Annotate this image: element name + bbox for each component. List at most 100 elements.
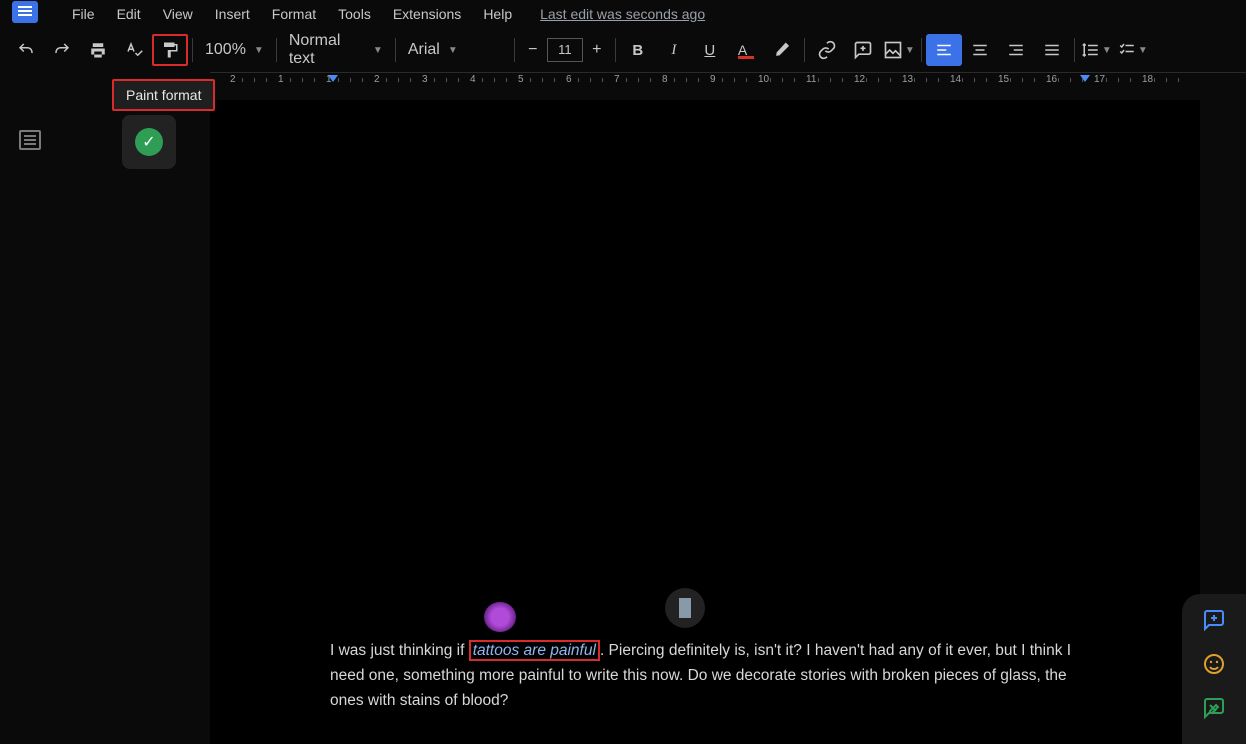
ruler-minor-tick: [1118, 78, 1119, 82]
ruler-minor-tick: [674, 78, 675, 82]
ruler-minor-tick: [638, 78, 639, 82]
last-edit-link[interactable]: Last edit was seconds ago: [540, 6, 705, 22]
align-right-button[interactable]: [998, 34, 1034, 66]
ruler-minor-tick: [602, 78, 603, 82]
menu-tools[interactable]: Tools: [328, 2, 381, 26]
menu-format[interactable]: Format: [262, 2, 326, 26]
ruler-tick: 6: [566, 74, 572, 85]
paint-format-button[interactable]: [152, 34, 188, 66]
checklist-button[interactable]: ▼: [1115, 34, 1151, 66]
ruler-tick: 2: [230, 74, 236, 85]
chevron-down-icon: ▼: [373, 45, 383, 56]
font-select[interactable]: Arial ▼: [400, 34, 510, 66]
document-outline-button[interactable]: [19, 130, 41, 150]
menu-insert[interactable]: Insert: [205, 2, 260, 26]
ruler-minor-tick: [914, 78, 915, 82]
ruler-minor-tick: [410, 78, 411, 82]
ruler-minor-tick: [818, 78, 819, 82]
separator: [395, 38, 396, 62]
print-button[interactable]: [80, 34, 116, 66]
align-justify-button[interactable]: [1034, 34, 1070, 66]
ruler-minor-tick: [794, 78, 795, 82]
ruler-tick: 7: [614, 74, 620, 85]
menu-help[interactable]: Help: [473, 2, 522, 26]
menu-file[interactable]: File: [62, 2, 105, 26]
decrease-font-size-button[interactable]: −: [519, 41, 547, 59]
bold-button[interactable]: B: [620, 34, 656, 66]
menu-view[interactable]: View: [153, 2, 203, 26]
ruler-tick: 2: [374, 74, 380, 85]
toolbar: 100% ▼ Normal text ▼ Arial ▼ − 11 + B I …: [0, 28, 1246, 72]
ruler-minor-tick: [1010, 78, 1011, 82]
ruler-minor-tick: [578, 78, 579, 82]
document-body-text[interactable]: I was just thinking if tattoos are painf…: [330, 638, 1080, 713]
ruler-minor-tick: [1130, 78, 1131, 82]
ruler-minor-tick: [494, 78, 495, 82]
chevron-down-icon: ▼: [1138, 45, 1148, 56]
align-left-button[interactable]: [926, 34, 962, 66]
collaborator-cursor-avatar: [484, 602, 516, 632]
ruler-minor-tick: [362, 78, 363, 82]
ruler-tick: 11: [806, 74, 816, 85]
ruler-tick: 14: [950, 74, 961, 85]
add-comment-fab[interactable]: [1202, 608, 1226, 632]
docs-logo-icon[interactable]: [12, 1, 38, 23]
ruler-minor-tick: [1106, 78, 1107, 82]
chevron-down-icon: ▼: [254, 45, 264, 56]
undo-button[interactable]: [8, 34, 44, 66]
emoji-reaction-fab[interactable]: [1202, 652, 1226, 676]
insert-link-button[interactable]: [809, 34, 845, 66]
ruler-tick: 12: [854, 74, 865, 85]
ruler-minor-tick: [530, 78, 531, 82]
text-run: I was just thinking if: [330, 642, 469, 659]
align-center-button[interactable]: [962, 34, 998, 66]
collaborator-cursor-avatar: [665, 588, 705, 628]
ruler-minor-tick: [266, 78, 267, 82]
menubar: File Edit View Insert Format Tools Exten…: [62, 2, 522, 26]
ruler-minor-tick: [734, 78, 735, 82]
separator: [615, 38, 616, 62]
menu-extensions[interactable]: Extensions: [383, 2, 471, 26]
ruler-minor-tick: [722, 78, 723, 82]
paragraph-style-select[interactable]: Normal text ▼: [281, 34, 391, 66]
spellcheck-status-button[interactable]: ✓: [122, 115, 176, 169]
separator: [1074, 38, 1075, 62]
suggest-edits-fab[interactable]: [1202, 696, 1226, 720]
chevron-down-icon: ▼: [448, 45, 458, 56]
ruler-minor-tick: [1154, 78, 1155, 82]
italic-button[interactable]: I: [656, 34, 692, 66]
ruler-minor-tick: [254, 78, 255, 82]
ruler-minor-tick: [314, 78, 315, 82]
add-comment-button[interactable]: [845, 34, 881, 66]
highlight-color-button[interactable]: [764, 34, 800, 66]
ruler-minor-tick: [542, 78, 543, 82]
ruler-minor-tick: [434, 78, 435, 82]
chevron-down-icon: ▼: [905, 45, 915, 56]
underline-button[interactable]: U: [692, 34, 728, 66]
ruler-minor-tick: [962, 78, 963, 82]
ruler-minor-tick: [1178, 78, 1179, 82]
redo-button[interactable]: [44, 34, 80, 66]
document-page[interactable]: I was just thinking if tattoos are painf…: [210, 100, 1200, 744]
increase-font-size-button[interactable]: +: [583, 41, 611, 59]
ruler-minor-tick: [242, 78, 243, 82]
line-spacing-button[interactable]: ▼: [1079, 34, 1115, 66]
text-color-button[interactable]: A: [728, 34, 764, 66]
ruler-tick: 17: [1094, 74, 1105, 85]
ruler-minor-tick: [1034, 78, 1035, 82]
horizontal-ruler[interactable]: 21123456789101112131415161718: [210, 72, 1246, 90]
ruler-tick: 1: [326, 74, 332, 85]
alignment-group: [926, 34, 1070, 66]
insert-image-button[interactable]: ▼: [881, 34, 917, 66]
ruler-minor-tick: [842, 78, 843, 82]
spellcheck-button[interactable]: [116, 34, 152, 66]
highlighted-text[interactable]: tattoos are painful: [469, 640, 600, 661]
ruler-minor-tick: [398, 78, 399, 82]
font-size-input[interactable]: 11: [547, 38, 583, 62]
menu-edit[interactable]: Edit: [107, 2, 151, 26]
ruler-minor-tick: [626, 78, 627, 82]
zoom-select[interactable]: 100% ▼: [197, 34, 272, 66]
floating-action-rail: [1182, 594, 1246, 744]
style-value: Normal text: [289, 32, 365, 68]
ruler-tick: 18: [1142, 74, 1153, 85]
